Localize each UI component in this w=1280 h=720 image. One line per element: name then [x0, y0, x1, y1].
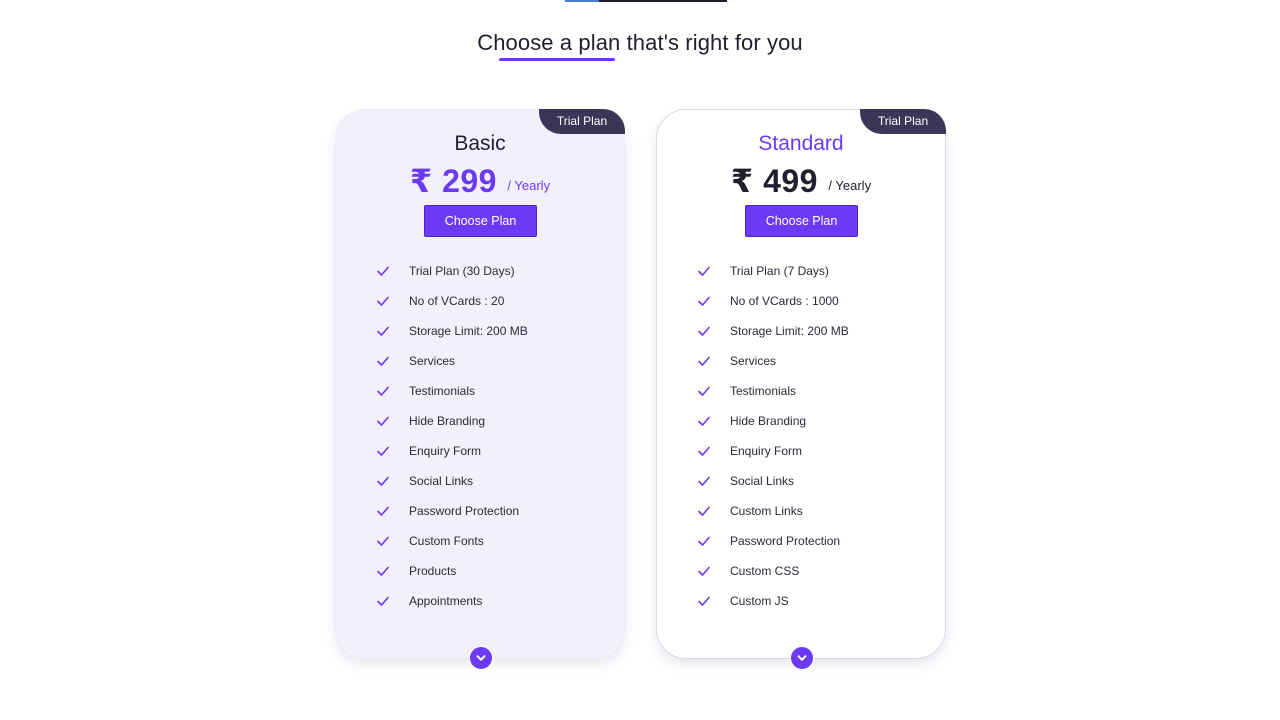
- choose-plan-button[interactable]: Choose Plan: [424, 205, 537, 237]
- check-icon: [377, 356, 389, 366]
- choose-plan-button[interactable]: Choose Plan: [745, 205, 858, 237]
- check-icon: [698, 476, 710, 486]
- check-icon: [698, 326, 710, 336]
- feature-label: Hide Branding: [409, 414, 486, 428]
- title-underline: [499, 58, 616, 61]
- feature-label: No of VCards : 1000: [730, 294, 839, 308]
- feature-label: Storage Limit: 200 MB: [409, 324, 528, 338]
- section-title-text: Choose a plan that's right for you: [477, 30, 803, 55]
- plan-name: Standard: [758, 132, 844, 155]
- price-row: ₹ 499 / Yearly: [657, 162, 945, 200]
- feature-item: Storage Limit: 200 MB: [376, 316, 528, 346]
- feature-item: Custom Links: [697, 496, 849, 526]
- feature-label: Custom CSS: [730, 564, 800, 578]
- feature-item: Social Links: [376, 466, 528, 496]
- expand-features-button[interactable]: [790, 646, 814, 670]
- check-icon: [377, 536, 389, 546]
- feature-label: Services: [730, 354, 777, 368]
- check-icon: [698, 566, 710, 576]
- plan-name: Basic: [454, 132, 506, 155]
- plan-card-standard: Trial Plan Standard ₹ 499 / Yearly Choos…: [656, 109, 946, 670]
- feature-item: Services: [376, 346, 528, 376]
- feature-item: Hide Branding: [697, 406, 849, 436]
- feature-item: Trial Plan (30 Days): [376, 256, 528, 286]
- feature-item: Password Protection: [376, 496, 528, 526]
- feature-item: Enquiry Form: [376, 436, 528, 466]
- price-row: ₹ 299 / Yearly: [336, 162, 624, 200]
- feature-item: Enquiry Form: [697, 436, 849, 466]
- check-icon: [377, 296, 389, 306]
- feature-label: Password Protection: [730, 534, 841, 548]
- feature-label: Custom JS: [730, 594, 789, 608]
- chevron-down-icon: [797, 655, 807, 661]
- feature-item: Testimonials: [376, 376, 528, 406]
- feature-list: Trial Plan (7 Days) No of VCards : 1000 …: [697, 256, 849, 616]
- feature-item: Social Links: [697, 466, 849, 496]
- check-icon: [698, 356, 710, 366]
- check-icon: [377, 476, 389, 486]
- section-header: Choose a plan that's right for you: [0, 30, 1280, 61]
- feature-label: Trial Plan (7 Days): [730, 264, 829, 278]
- feature-item: Custom Fonts: [376, 526, 528, 556]
- feature-label: Storage Limit: 200 MB: [730, 324, 849, 338]
- check-icon: [377, 506, 389, 516]
- feature-item: Hide Branding: [376, 406, 528, 436]
- check-icon: [377, 266, 389, 276]
- plan-period: / Yearly: [507, 177, 551, 193]
- feature-item: Testimonials: [697, 376, 849, 406]
- trial-plan-badge: Trial Plan: [860, 109, 946, 134]
- plan-price: ₹ 299: [409, 163, 497, 199]
- check-icon: [377, 416, 389, 426]
- feature-label: Appointments: [409, 594, 483, 608]
- trial-plan-badge: Trial Plan: [539, 109, 625, 134]
- check-icon: [377, 446, 389, 456]
- feature-item: Custom JS: [697, 586, 849, 616]
- feature-label: Testimonials: [730, 384, 797, 398]
- check-icon: [698, 266, 710, 276]
- feature-label: Testimonials: [409, 384, 476, 398]
- check-icon: [698, 506, 710, 516]
- feature-item: Appointments: [376, 586, 528, 616]
- check-icon: [698, 296, 710, 306]
- section-title: Choose a plan that's right for you: [477, 30, 803, 61]
- feature-item: No of VCards : 1000: [697, 286, 849, 316]
- feature-item: Trial Plan (7 Days): [697, 256, 849, 286]
- feature-item: Products: [376, 556, 528, 586]
- check-icon: [377, 386, 389, 396]
- feature-label: Custom Links: [730, 504, 803, 518]
- expand-features-button[interactable]: [469, 646, 493, 670]
- chevron-down-icon: [476, 655, 486, 661]
- check-icon: [377, 326, 389, 336]
- feature-label: Social Links: [730, 474, 795, 488]
- feature-label: Custom Fonts: [409, 534, 484, 548]
- feature-item: Custom CSS: [697, 556, 849, 586]
- check-icon: [698, 596, 710, 606]
- check-icon: [698, 416, 710, 426]
- feature-label: Enquiry Form: [409, 444, 482, 458]
- feature-list: Trial Plan (30 Days) No of VCards : 20 S…: [376, 256, 528, 616]
- feature-label: Trial Plan (30 Days): [409, 264, 515, 278]
- check-icon: [698, 386, 710, 396]
- check-icon: [698, 536, 710, 546]
- feature-label: Enquiry Form: [730, 444, 803, 458]
- feature-label: Social Links: [409, 474, 474, 488]
- plan-price: ₹ 499: [730, 163, 818, 199]
- feature-label: Services: [409, 354, 456, 368]
- feature-label: Hide Branding: [730, 414, 807, 428]
- feature-item: Storage Limit: 200 MB: [697, 316, 849, 346]
- plan-period: / Yearly: [828, 177, 872, 193]
- feature-item: Services: [697, 346, 849, 376]
- check-icon: [377, 596, 389, 606]
- feature-item: No of VCards : 20: [376, 286, 528, 316]
- check-icon: [698, 446, 710, 456]
- feature-label: Password Protection: [409, 504, 520, 518]
- feature-label: No of VCards : 20: [409, 294, 505, 308]
- plan-card-basic: Trial Plan Basic ₹ 299 / Yearly Choose P…: [335, 109, 625, 670]
- feature-item: Password Protection: [697, 526, 849, 556]
- feature-label: Products: [409, 564, 457, 578]
- check-icon: [377, 566, 389, 576]
- top-divider: [565, 0, 727, 2]
